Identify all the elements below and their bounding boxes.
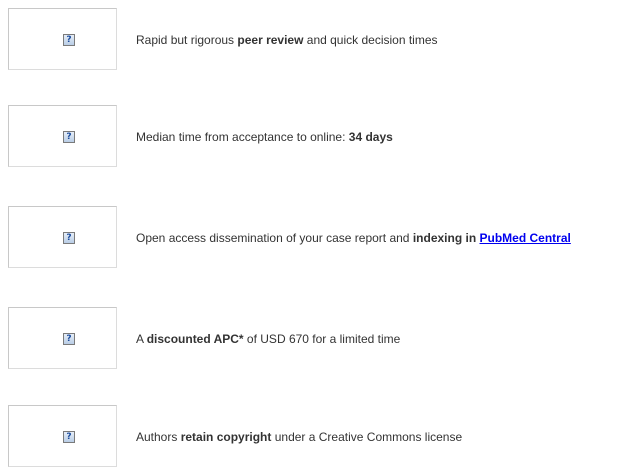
broken-image-glyph: ? (66, 132, 72, 142)
broken-image-glyph: ? (66, 233, 72, 243)
feature-image: ? (8, 307, 117, 369)
feature-text-bold: retain copyright (180, 430, 272, 444)
feature-text-part: Rapid but rigorous (136, 33, 238, 47)
feature-row: ? Rapid but rigorous peer review and qui… (0, 8, 621, 72)
broken-image-icon: ? (63, 333, 75, 345)
feature-text-bold: 34 days (348, 130, 393, 144)
feature-text-part: Authors (136, 430, 181, 444)
broken-image-icon: ? (63, 34, 75, 46)
feature-text-part: under a Creative Commons license (271, 430, 463, 444)
broken-image-icon: ? (63, 232, 75, 244)
feature-row: ? Open access dissemination of your case… (0, 206, 621, 270)
broken-image-icon: ? (63, 131, 75, 143)
feature-text-bold: indexing in (412, 231, 480, 245)
feature-text-part: Open access dissemination of your case r… (136, 231, 413, 245)
feature-image: ? (8, 105, 117, 167)
feature-text-part: of USD 670 for a limited time (243, 332, 401, 346)
feature-text-bold: peer review (237, 33, 304, 47)
feature-image: ? (8, 405, 117, 467)
broken-image-icon: ? (63, 431, 75, 443)
broken-image-glyph: ? (66, 334, 72, 344)
feature-text-part: Median time from acceptance to online: (136, 130, 349, 144)
feature-text: Rapid but rigorous peer review and quick… (136, 32, 438, 48)
feature-text-part: A (136, 332, 147, 346)
feature-text: Authors retain copyright under a Creativ… (136, 429, 462, 445)
feature-text-bold: discounted APC* (146, 332, 244, 346)
feature-text: Open access dissemination of your case r… (136, 230, 571, 246)
broken-image-glyph: ? (66, 35, 72, 45)
pubmed-central-link[interactable]: PubMed Central (480, 231, 571, 245)
feature-row: ? Median time from acceptance to online:… (0, 105, 621, 169)
feature-row: ? A discounted APC* of USD 670 for a lim… (0, 307, 621, 371)
feature-text-part: and quick decision times (303, 33, 438, 47)
feature-text: A discounted APC* of USD 670 for a limit… (136, 331, 400, 347)
feature-image: ? (8, 8, 117, 70)
feature-row: ? Authors retain copyright under a Creat… (0, 405, 621, 469)
broken-image-glyph: ? (66, 432, 72, 442)
feature-text: Median time from acceptance to online: 3… (136, 129, 393, 145)
feature-image: ? (8, 206, 117, 268)
